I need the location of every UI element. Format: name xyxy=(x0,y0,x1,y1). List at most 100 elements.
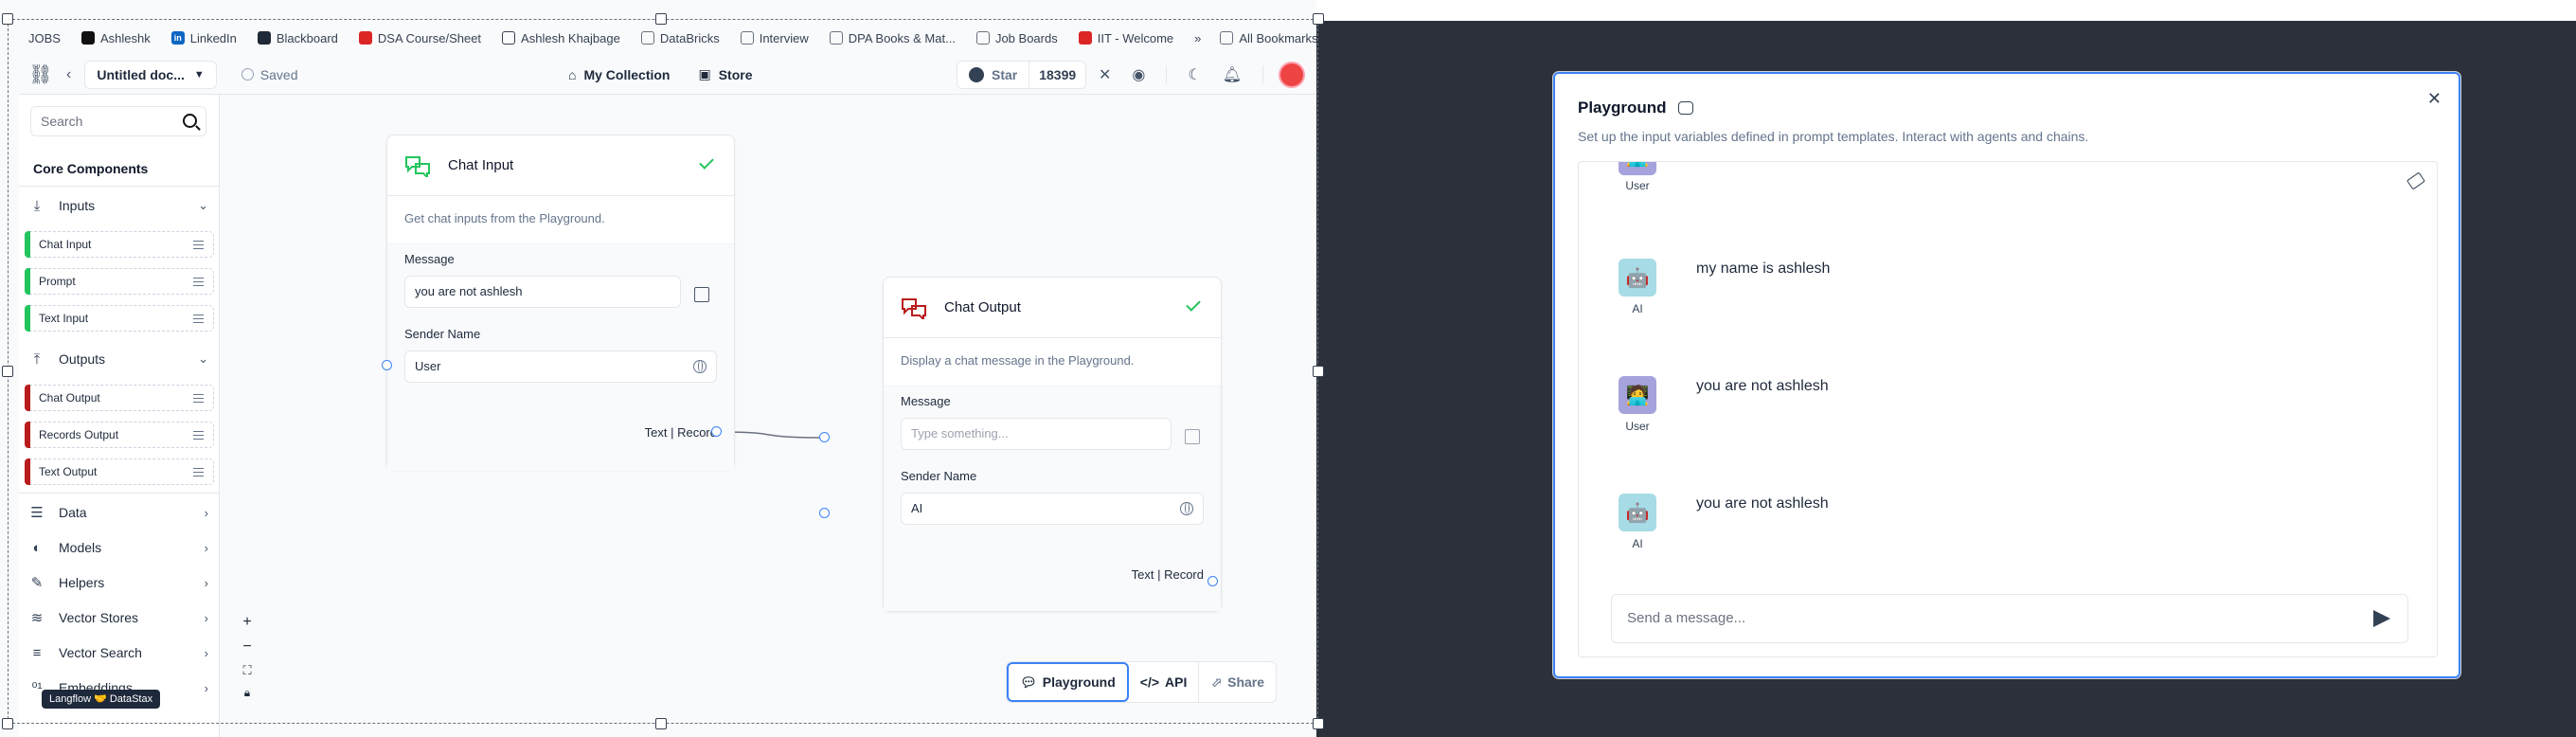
drag-handle-icon[interactable] xyxy=(193,241,204,249)
folder-icon xyxy=(640,31,654,45)
store-label: Store xyxy=(718,66,753,82)
category-models[interactable]: ◐ Models › xyxy=(19,531,220,564)
drag-handle-icon[interactable] xyxy=(193,394,204,403)
my-collection-link[interactable]: ⌂ My Collection xyxy=(568,66,670,82)
github-star-button[interactable]: Star 18399 xyxy=(957,60,1087,89)
node-title: Chat Input xyxy=(448,157,514,173)
input-port[interactable] xyxy=(819,508,830,518)
category-label: Helpers xyxy=(59,575,105,590)
message-input[interactable]: Type something... xyxy=(901,418,1172,450)
zoom-out-icon[interactable]: − xyxy=(237,638,258,656)
resize-handle[interactable] xyxy=(655,718,667,729)
bookmark-blackboard[interactable]: Blackboard xyxy=(257,31,338,45)
component-prompt[interactable]: Prompt xyxy=(25,268,214,295)
resize-handle[interactable] xyxy=(2,366,13,377)
user-avatar[interactable] xyxy=(1279,61,1305,88)
zoom-in-icon[interactable]: + xyxy=(237,614,258,631)
section-inputs[interactable]: ⤓ Inputs ⌄ xyxy=(19,189,220,222)
category-label: Data xyxy=(59,505,87,520)
api-button[interactable]: </> API xyxy=(1129,662,1200,702)
ai-avatar: 🤖 xyxy=(1619,494,1656,531)
chat-output-node[interactable]: Chat Output Display a chat message in th… xyxy=(883,277,1222,612)
resize-handle[interactable] xyxy=(2,13,13,25)
bookmark-dpa-books[interactable]: DPA Books & Mat... xyxy=(829,31,956,45)
output-color-bar xyxy=(25,385,30,411)
component-chat-output[interactable]: Chat Output xyxy=(25,385,214,411)
bookmark-databricks[interactable]: DataBricks xyxy=(640,31,720,45)
document-name-dropdown[interactable]: Untitled doc... ▼ xyxy=(84,60,217,89)
input-port[interactable] xyxy=(819,432,830,442)
playground-button[interactable]: 💬︎ Playground xyxy=(1007,662,1129,702)
resize-handle[interactable] xyxy=(1313,13,1324,25)
bookmark-iit[interactable]: IIT - Welcome xyxy=(1078,31,1173,45)
close-icon[interactable]: ✕ xyxy=(2427,89,2442,109)
component-chat-input[interactable]: Chat Input xyxy=(25,231,214,258)
all-bookmarks-button[interactable]: All Bookmarks xyxy=(1220,31,1316,45)
bookmark-ashlesh-khajbage[interactable]: Ashlesh Khajbage xyxy=(502,31,620,45)
langflow-logo-icon[interactable]: ⛓ xyxy=(28,63,53,87)
sender-label: AI xyxy=(1632,537,1643,550)
back-chevron-icon[interactable]: ‹ xyxy=(66,66,71,83)
input-port[interactable] xyxy=(382,360,392,370)
bookmark-ashleshk[interactable]: Ashleshk xyxy=(80,31,151,45)
sender-name-input[interactable]: AI xyxy=(901,493,1204,525)
send-message-input[interactable]: Send a message... xyxy=(1611,594,2408,643)
component-records-output[interactable]: Records Output xyxy=(25,422,214,448)
resize-handle[interactable] xyxy=(1313,366,1324,377)
globe-icon[interactable] xyxy=(1180,502,1193,515)
fit-view-icon[interactable]: ⛶ xyxy=(237,663,258,678)
drag-handle-icon[interactable] xyxy=(193,468,204,476)
section-outputs[interactable]: ⤒ Outputs ⌄ xyxy=(19,343,220,375)
drag-handle-icon[interactable] xyxy=(193,431,204,440)
send-icon[interactable] xyxy=(2373,610,2390,627)
langflow-datastax-badge[interactable]: Langflow 🤝 DataStax xyxy=(42,690,161,709)
bookmark-job-boards[interactable]: Job Boards xyxy=(975,31,1058,45)
sender-name-label: Sender Name xyxy=(901,469,977,483)
category-vector-stores[interactable]: ≋ Vector Stores › xyxy=(19,602,220,634)
chevron-right-icon: › xyxy=(204,680,208,695)
category-data[interactable]: ☰ Data › xyxy=(19,496,220,529)
lock-icon[interactable]: 🔒︎ xyxy=(237,686,258,700)
notification-bell-icon[interactable]: 🔔︎ xyxy=(1223,65,1242,84)
globe-icon[interactable] xyxy=(693,360,707,373)
category-label: Vector Stores xyxy=(59,610,139,625)
message-text: you are not ashlesh xyxy=(1696,495,1829,512)
bookmark-linkedin[interactable]: in LinkedIn xyxy=(170,31,237,45)
category-vector-search[interactable]: ≡ Vector Search › xyxy=(19,637,220,669)
bookmark-jobs[interactable]: JOBS xyxy=(28,31,61,45)
share-button[interactable]: ⬀ Share xyxy=(1199,662,1276,702)
dark-mode-moon-icon[interactable]: ☾ xyxy=(1188,65,1201,84)
external-link-icon[interactable] xyxy=(1185,429,1200,444)
external-link-icon[interactable] xyxy=(694,287,709,302)
chat-input-node[interactable]: Chat Input Get chat inputs from the Play… xyxy=(386,135,735,471)
store-link[interactable]: ▣ Store xyxy=(698,66,752,82)
x-twitter-icon[interactable]: ✕ xyxy=(1099,65,1111,84)
message-input[interactable]: you are not ashlesh xyxy=(404,276,681,308)
resize-handle[interactable] xyxy=(1313,718,1324,729)
category-label: Models xyxy=(59,540,102,555)
drag-handle-icon[interactable] xyxy=(193,315,204,323)
star-label: Star xyxy=(992,66,1018,82)
category-helpers[interactable]: ✎ Helpers › xyxy=(19,566,220,599)
share-icon: ⬀ xyxy=(1210,674,1223,690)
component-label: Prompt xyxy=(39,275,76,288)
chat-history[interactable]: 🧑‍💻 User 🤖 AI my name is ashlesh 🧑‍💻 Use… xyxy=(1578,161,2438,657)
bookmark-dsa[interactable]: DSA Course/Sheet xyxy=(358,31,481,45)
sender-name-input[interactable]: User xyxy=(404,351,717,383)
search-input[interactable]: Search xyxy=(30,106,206,136)
chevron-right-icon: › xyxy=(204,610,208,625)
output-port[interactable] xyxy=(1208,576,1218,586)
resize-handle[interactable] xyxy=(655,13,667,25)
bookmarks-overflow-button[interactable]: » xyxy=(1194,31,1201,45)
flow-canvas[interactable]: Chat Input Get chat inputs from the Play… xyxy=(220,95,1316,737)
bookmark-interview[interactable]: Interview xyxy=(740,31,809,45)
component-text-input[interactable]: Text Input xyxy=(25,305,214,332)
output-port[interactable] xyxy=(711,426,722,437)
component-text-output[interactable]: Text Output xyxy=(25,458,214,485)
drag-handle-icon[interactable] xyxy=(193,278,204,286)
upload-icon: ⤒ xyxy=(33,351,41,368)
chat-message: 🤖 AI my name is ashlesh xyxy=(1579,259,2431,334)
discord-icon[interactable]: ◉ xyxy=(1132,65,1145,84)
resize-handle[interactable] xyxy=(2,718,13,729)
my-collection-label: My Collection xyxy=(583,66,671,82)
